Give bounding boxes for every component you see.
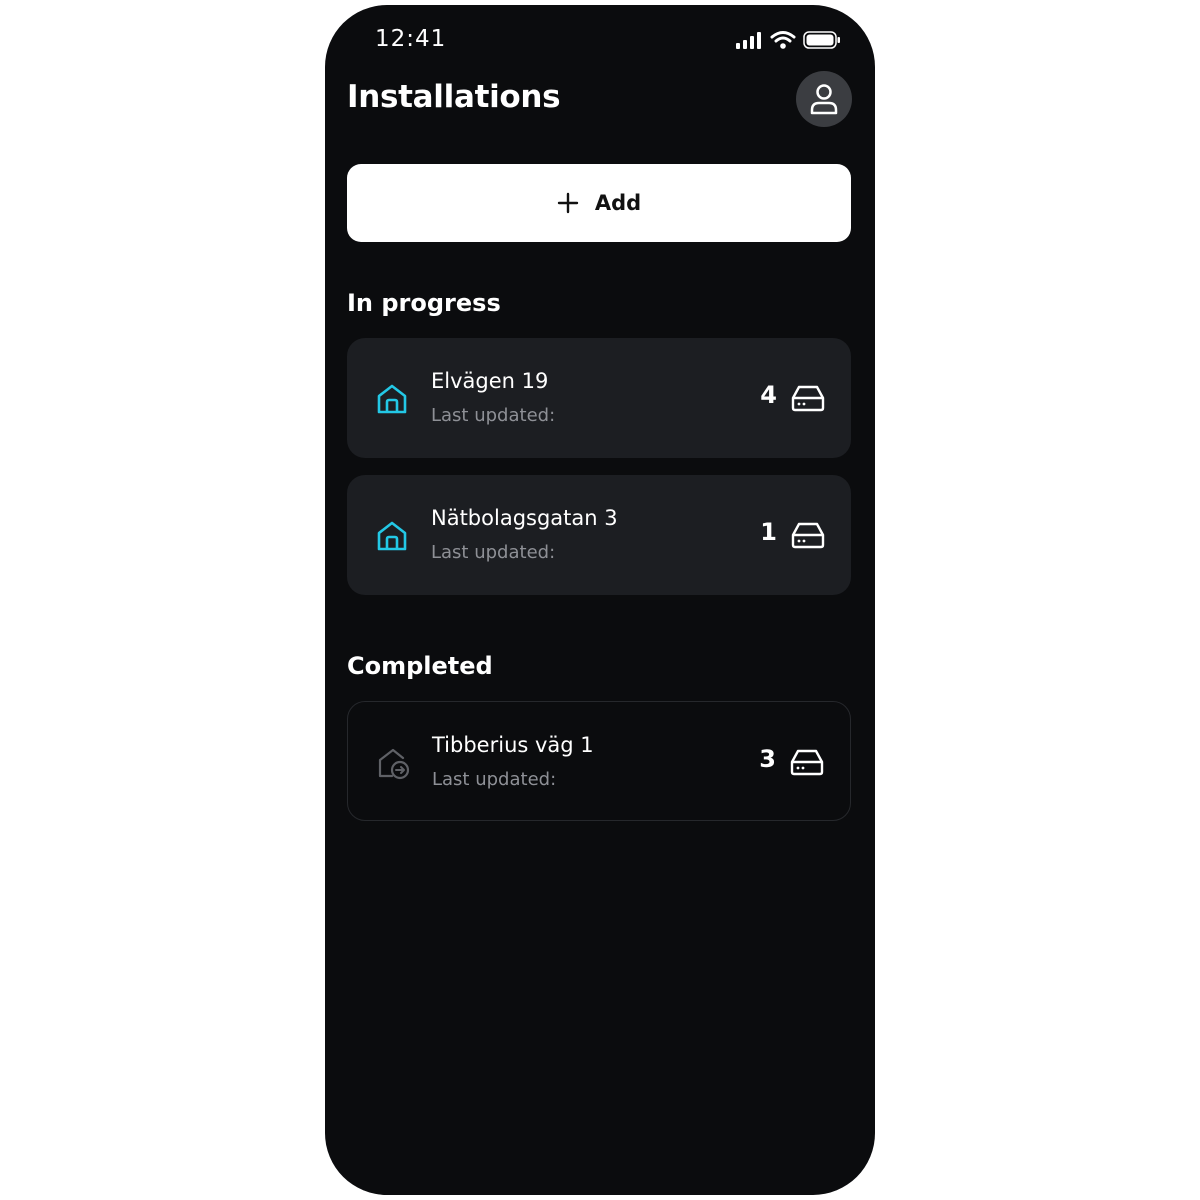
- installation-card-completed[interactable]: Tibberius väg 1 Last updated: 3: [347, 701, 851, 821]
- installation-name: Elvägen 19: [431, 369, 549, 393]
- page-title: Installations: [347, 79, 561, 115]
- battery-icon: [803, 31, 840, 49]
- installation-last-updated: Last updated:: [431, 405, 556, 426]
- person-icon: [810, 84, 838, 115]
- profile-button[interactable]: [796, 71, 852, 127]
- status-time: 12:41: [375, 26, 447, 52]
- installation-last-updated: Last updated:: [432, 769, 557, 790]
- plus-icon: [557, 192, 579, 214]
- house-icon: [377, 521, 407, 551]
- device-count: 3: [759, 745, 776, 773]
- add-installation-button[interactable]: Add: [347, 164, 851, 242]
- device-count: 1: [760, 518, 777, 546]
- device-icon: [791, 385, 825, 412]
- phone-screen: 12:41 Installations Add In progress Elvä…: [325, 5, 875, 1195]
- installation-last-updated: Last updated:: [431, 542, 556, 563]
- device-icon: [790, 749, 824, 776]
- section-heading-in-progress: In progress: [347, 289, 501, 317]
- section-heading-completed: Completed: [347, 652, 493, 680]
- signal-icon: [736, 32, 761, 49]
- device-count: 4: [760, 381, 777, 409]
- add-button-label: Add: [594, 191, 642, 215]
- installation-card[interactable]: Nätbolagsgatan 3 Last updated: 1: [347, 475, 851, 595]
- house-arrow-icon: [378, 748, 410, 780]
- installation-name: Nätbolagsgatan 3: [431, 506, 618, 530]
- status-bar: 12:41: [325, 5, 875, 75]
- wifi-icon: [770, 31, 796, 49]
- installation-card[interactable]: Elvägen 19 Last updated: 4: [347, 338, 851, 458]
- device-icon: [791, 522, 825, 549]
- status-icons: [735, 30, 841, 50]
- installation-name: Tibberius väg 1: [432, 733, 594, 757]
- house-icon: [377, 384, 407, 414]
